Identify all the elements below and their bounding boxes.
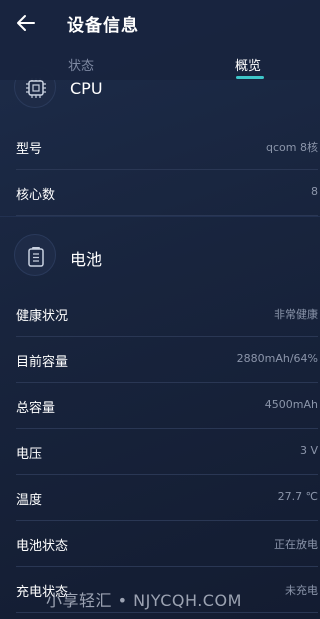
row-label: 目前容量 [16, 355, 69, 370]
row-label: 总容量 [16, 401, 56, 416]
row-value: 8 [311, 185, 318, 198]
top-app-bar: 设备信息 状态 概览 [0, 0, 320, 80]
watermark-text: 小享轻汇 • NJYCQH.COM [46, 591, 242, 610]
battery-row-battery-status: 电池状态 正在放电 [16, 521, 318, 567]
page-title: 设备信息 [67, 16, 139, 36]
battery-section-title: 电池 [70, 250, 103, 269]
row-value: 未充电 [285, 584, 318, 597]
row-value: 27.7 ℃ [277, 490, 318, 503]
battery-row-health: 健康状况 非常健康 [16, 291, 318, 337]
battery-icon-circle [14, 234, 56, 276]
overview-content: CPU 型号 qcom 8核 核心数 8 电池 健康状况 非常健康 目前容量 2… [0, 0, 320, 619]
row-value: 正在放电 [274, 538, 318, 551]
back-button[interactable] [14, 12, 38, 34]
cpu-row-cores: 核心数 8 [16, 170, 318, 216]
row-label: 核心数 [16, 188, 56, 203]
tab-overview[interactable]: 概览 [235, 55, 261, 74]
row-value: qcom 8核 [266, 141, 318, 154]
battery-row-temperature: 温度 27.7 ℃ [16, 475, 318, 521]
row-label: 型号 [16, 142, 43, 157]
section-divider [0, 216, 320, 217]
row-value: 非常健康 [274, 308, 318, 321]
battery-row-current-capacity: 目前容量 2880mAh/64% [16, 337, 318, 383]
row-label: 电池状态 [16, 539, 69, 554]
battery-row-total-capacity: 总容量 4500mAh [16, 383, 318, 429]
row-value: 2880mAh/64% [236, 352, 318, 365]
row-label: 温度 [16, 493, 43, 508]
arrow-left-icon [17, 15, 35, 31]
row-label: 健康状况 [16, 309, 69, 324]
active-tab-indicator [236, 76, 264, 79]
tab-status[interactable]: 状态 [68, 55, 94, 74]
battery-row-voltage: 电压 3 V [16, 429, 318, 475]
cpu-row-model: 型号 qcom 8核 [16, 124, 318, 170]
battery-section-header: 电池 [0, 230, 320, 284]
battery-icon [28, 247, 44, 267]
cpu-section-title: CPU [70, 79, 103, 98]
row-value: 3 V [299, 444, 318, 457]
row-label: 电压 [16, 447, 43, 462]
row-value: 4500mAh [264, 398, 318, 411]
